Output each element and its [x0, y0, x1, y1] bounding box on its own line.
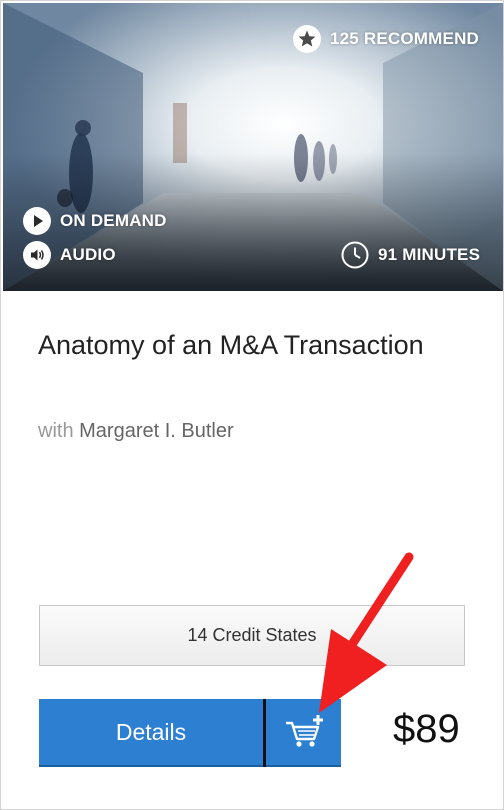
media-badge: AUDIO — [23, 241, 116, 269]
cart-plus-icon — [285, 715, 323, 747]
duration-badge: 91 MINUTES — [341, 241, 480, 269]
course-title[interactable]: Anatomy of an M&A Transaction — [38, 327, 458, 363]
play-icon — [23, 207, 51, 235]
credit-states-label: 14 Credit States — [187, 625, 317, 645]
with-prefix: with — [38, 420, 74, 442]
star-icon — [293, 25, 321, 53]
course-price: $89 — [393, 707, 460, 751]
add-to-cart-button[interactable] — [266, 699, 341, 767]
duration-label: 91 MINUTES — [378, 245, 481, 264]
clock-icon — [341, 241, 369, 269]
credit-states-button[interactable]: 14 Credit States — [39, 605, 465, 666]
recommend-count: 125 RECOMMEND — [330, 29, 480, 48]
details-button[interactable]: Details — [39, 699, 263, 767]
course-card: 125 RECOMMEND ON DEMAND AUDIO 91 MINUTES… — [0, 0, 504, 810]
presenter-name[interactable]: Margaret I. Butler — [79, 420, 234, 442]
course-hero-image[interactable]: 125 RECOMMEND ON DEMAND AUDIO 91 MINUTES — [3, 3, 503, 291]
recommend-badge[interactable]: 125 RECOMMEND — [293, 25, 479, 53]
details-label: Details — [115, 718, 187, 745]
presenter-byline: with Margaret I. Butler — [38, 420, 234, 443]
speaker-icon — [23, 241, 51, 269]
format-label: ON DEMAND — [60, 211, 167, 230]
format-badge: ON DEMAND — [23, 207, 167, 235]
media-label: AUDIO — [60, 245, 116, 264]
